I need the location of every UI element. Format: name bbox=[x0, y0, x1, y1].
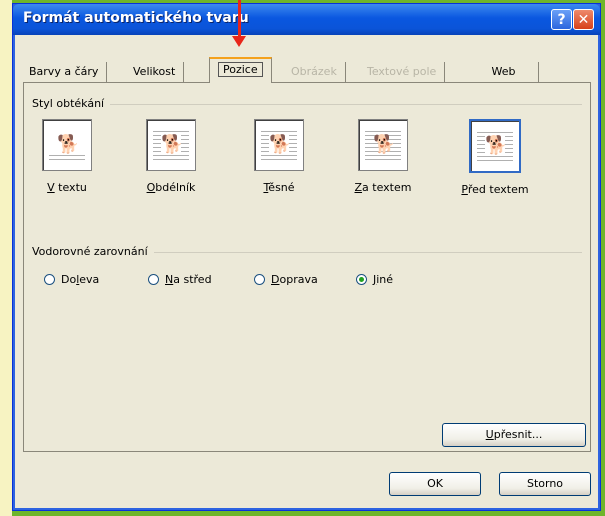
alignment-group-label: Vodorovné zarovnání bbox=[32, 245, 154, 258]
background-frame bbox=[0, 0, 12, 516]
wrap-square-label: Obdélník bbox=[146, 181, 196, 194]
help-button[interactable]: ? bbox=[551, 9, 572, 30]
wrap-option-behind-text[interactable]: 🐕 Za textem bbox=[350, 119, 416, 194]
tab-text-box: Textové pole bbox=[359, 62, 446, 82]
wrap-behind-preview: 🐕 bbox=[358, 119, 408, 171]
radio-right-circle bbox=[254, 274, 265, 285]
radio-left-circle bbox=[44, 274, 55, 285]
wrap-tight-preview: 🐕 bbox=[254, 119, 304, 171]
window-title: Formát automatického tvaru bbox=[23, 10, 249, 26]
advanced-button[interactable]: Upřesnit... bbox=[442, 423, 586, 447]
wrap-option-square[interactable]: 🐕 Obdélník bbox=[138, 119, 204, 194]
wrapping-group-line bbox=[32, 104, 582, 105]
wrap-option-tight[interactable]: 🐕 Těsné bbox=[246, 119, 312, 194]
annotation-arrow-icon bbox=[232, 36, 246, 47]
wrap-tight-label: Těsné bbox=[263, 181, 295, 194]
radio-center-circle bbox=[148, 274, 159, 285]
wrap-inline-preview: 🐕 bbox=[42, 119, 92, 171]
wrap-in-front-label: Před textem bbox=[461, 183, 529, 196]
tab-picture: Obrázek bbox=[283, 62, 346, 82]
cancel-button[interactable]: Storno bbox=[499, 472, 591, 496]
wrap-inline-label: V textu bbox=[47, 181, 87, 194]
wrap-option-in-front[interactable]: 🐕 Před textem bbox=[458, 119, 532, 196]
radio-center[interactable]: Na střed bbox=[148, 273, 212, 286]
tab-colors-lines[interactable]: Barvy a čáry bbox=[21, 62, 108, 82]
dog-square-icon: 🐕 bbox=[161, 134, 184, 155]
tab-size[interactable]: Velikost bbox=[125, 62, 185, 82]
wrap-in-front-preview: 🐕 bbox=[469, 119, 521, 173]
radio-left[interactable]: Doleva bbox=[44, 273, 99, 286]
wrap-behind-label: Za textem bbox=[354, 181, 412, 194]
format-autoshape-dialog: Formát automatického tvaru ? ✕ Barvy a č… bbox=[12, 3, 601, 511]
radio-other[interactable]: Jiné bbox=[356, 273, 393, 286]
alignment-radio-group: Doleva Na střed Doprava Jiné bbox=[44, 273, 574, 291]
radio-other-circle bbox=[356, 274, 367, 285]
tab-position[interactable]: Pozice bbox=[209, 57, 272, 83]
wrap-option-inline[interactable]: 🐕 V textu bbox=[34, 119, 100, 194]
tab-strip: Barvy a čáry Velikost Pozice Obrázek Tex… bbox=[21, 56, 591, 83]
dog-in-front-icon: 🐕 bbox=[485, 135, 508, 156]
wrap-square-preview: 🐕 bbox=[146, 119, 196, 171]
close-button[interactable]: ✕ bbox=[573, 9, 594, 30]
radio-right[interactable]: Doprava bbox=[254, 273, 318, 286]
tab-position-label: Pozice bbox=[218, 62, 263, 77]
title-bar[interactable]: Formát automatického tvaru ? ✕ bbox=[13, 4, 600, 35]
position-tab-panel: Styl obtékání 🐕 V textu 🐕 Obdélník 🐕 Těs… bbox=[23, 82, 591, 452]
wrapping-group-label: Styl obtékání bbox=[32, 97, 111, 110]
tab-web[interactable]: Web bbox=[469, 62, 539, 82]
dog-behind-text-icon: 🐕 bbox=[373, 134, 396, 155]
dog-tight-icon: 🐕 bbox=[269, 134, 292, 155]
ok-button[interactable]: OK bbox=[389, 472, 481, 496]
annotation-arrow-shaft bbox=[238, 0, 241, 38]
dog-inline-icon: 🐕 bbox=[57, 134, 80, 155]
